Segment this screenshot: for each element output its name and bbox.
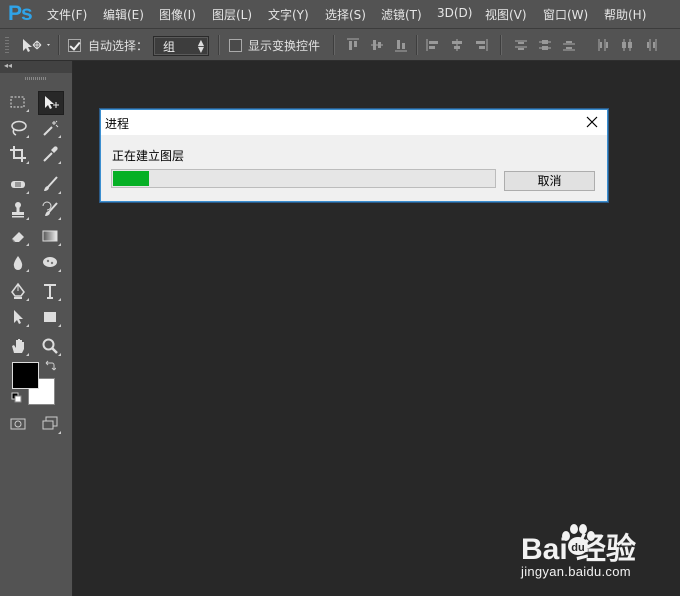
svg-text:du: du — [571, 542, 584, 554]
arrow-pointer-icon — [14, 310, 23, 324]
collapse-panel-icon[interactable]: ◂◂ — [4, 61, 12, 70]
eraser-tool[interactable] — [6, 225, 30, 247]
type-icon — [44, 284, 56, 299]
tools-panel: ◂◂ — [0, 61, 73, 596]
spot-healing-brush-tool[interactable] — [6, 173, 30, 195]
show-transform-checkbox[interactable] — [229, 39, 242, 52]
pen-icon — [11, 282, 25, 299]
dialog-close-button[interactable] — [577, 110, 607, 135]
align-left-edges-icon[interactable] — [426, 38, 440, 52]
menu-3d[interactable]: 3D(D) — [437, 6, 472, 20]
select-arrows-icon: ▲ ▼ — [197, 38, 204, 54]
dialog-title: 进程 — [105, 117, 130, 131]
blur-tool[interactable] — [6, 251, 30, 273]
crop-tool[interactable] — [6, 143, 30, 165]
align-top-edges-icon[interactable] — [346, 38, 360, 52]
dodge-tool[interactable] — [38, 251, 62, 273]
screen-mode-button[interactable] — [38, 413, 62, 435]
distribute-top-edges-icon[interactable] — [514, 38, 528, 52]
screen-mode-icon — [42, 416, 58, 430]
distribute-bottom-edges-icon[interactable] — [562, 38, 576, 52]
progress-bar — [111, 169, 496, 188]
align-bottom-edges-icon[interactable] — [394, 38, 408, 52]
history-brush-tool[interactable] — [38, 199, 62, 221]
pen-tool[interactable] — [6, 280, 30, 302]
lasso-tool[interactable] — [6, 117, 30, 139]
tool-preset-picker[interactable] — [20, 36, 52, 54]
sponge-icon — [43, 257, 57, 267]
rectangular-marquee-tool[interactable] — [6, 91, 30, 113]
brush-tool[interactable] — [38, 173, 62, 195]
distribute-left-edges-icon[interactable] — [596, 38, 610, 52]
rectangle-tool[interactable] — [38, 306, 62, 328]
distribute-right-edges-icon[interactable] — [644, 38, 658, 52]
magic-wand-tool[interactable] — [38, 117, 62, 139]
watermark-url: jingyan.baidu.com — [521, 564, 631, 579]
band-aid-icon — [11, 181, 25, 188]
menu-type[interactable]: 文字(Y) — [268, 6, 309, 23]
progress-dialog: 进程 正在建立图层 取消 — [100, 109, 608, 202]
lasso-icon — [11, 120, 27, 136]
show-transform-label: 显示变换控件 — [248, 39, 321, 53]
cancel-button[interactable]: 取消 — [504, 171, 595, 191]
distribute-horizontal-centers-icon[interactable] — [620, 38, 634, 52]
align-horizontal-centers-icon[interactable] — [450, 38, 464, 52]
water-drop-icon — [13, 256, 23, 270]
dialog-title-bar[interactable]: 进程 — [101, 110, 607, 135]
swap-colors-icon[interactable] — [44, 360, 56, 372]
move-icon — [45, 96, 59, 109]
clone-stamp-tool[interactable] — [6, 199, 30, 221]
baidu-paw-icon: du — [562, 524, 595, 555]
progress-message: 正在建立图层 — [112, 149, 185, 163]
rectangle-icon — [44, 312, 56, 322]
menu-view[interactable]: 视图(V) — [485, 6, 527, 23]
menu-window[interactable]: 窗口(W) — [543, 6, 588, 23]
menu-layer[interactable]: 图层(L) — [212, 6, 252, 23]
eyedropper-tool[interactable] — [38, 143, 62, 165]
path-selection-tool[interactable] — [6, 306, 30, 328]
auto-select-checkbox[interactable] — [68, 39, 81, 52]
align-vertical-centers-icon[interactable] — [370, 38, 384, 52]
photoshop-logo: Ps — [8, 2, 33, 25]
history-brush-icon — [42, 201, 58, 216]
menu-file[interactable]: 文件(F) — [47, 6, 87, 23]
zoom-tool[interactable] — [38, 335, 62, 357]
gradient-tool[interactable] — [38, 225, 62, 247]
menu-edit[interactable]: 编辑(E) — [103, 6, 144, 23]
hand-icon — [12, 339, 24, 353]
stamp-icon — [12, 202, 24, 218]
tools-panel-header: ◂◂ — [0, 61, 72, 73]
distribute-vertical-centers-icon[interactable] — [538, 38, 552, 52]
hand-tool[interactable] — [6, 335, 30, 357]
auto-select-label: 自动选择： — [88, 39, 149, 53]
quick-mask-icon — [10, 418, 26, 430]
crop-icon — [10, 146, 26, 162]
magnifier-icon — [42, 338, 58, 354]
menu-image[interactable]: 图像(I) — [159, 6, 196, 23]
marquee-icon — [10, 96, 25, 108]
eyedropper-icon — [43, 146, 58, 162]
align-right-edges-icon[interactable] — [474, 38, 488, 52]
type-tool[interactable] — [38, 280, 62, 302]
magic-wand-icon — [43, 120, 59, 136]
auto-select-target-select[interactable]: 组 ▲ ▼ — [153, 36, 209, 56]
menu-bar: Ps 文件(F) 编辑(E) 图像(I) 图层(L) 文字(Y) 选择(S) 滤… — [0, 0, 680, 29]
progress-bar-fill — [113, 171, 149, 186]
default-colors-icon[interactable] — [11, 392, 23, 404]
tools-panel-grip[interactable] — [25, 77, 47, 80]
menu-help[interactable]: 帮助(H) — [604, 6, 646, 23]
eraser-icon — [11, 232, 24, 243]
brush-icon — [44, 176, 58, 191]
menu-filter[interactable]: 滤镜(T) — [381, 6, 422, 23]
menu-select[interactable]: 选择(S) — [325, 6, 366, 23]
move-tool[interactable] — [38, 91, 64, 115]
auto-select-target-value: 组 — [163, 40, 176, 54]
close-icon — [586, 116, 598, 128]
options-bar-grip[interactable] — [5, 37, 9, 53]
move-tool-icon — [23, 39, 50, 52]
gradient-icon — [42, 230, 58, 242]
quick-mask-button[interactable] — [6, 413, 30, 435]
foreground-color-swatch[interactable] — [12, 362, 39, 389]
